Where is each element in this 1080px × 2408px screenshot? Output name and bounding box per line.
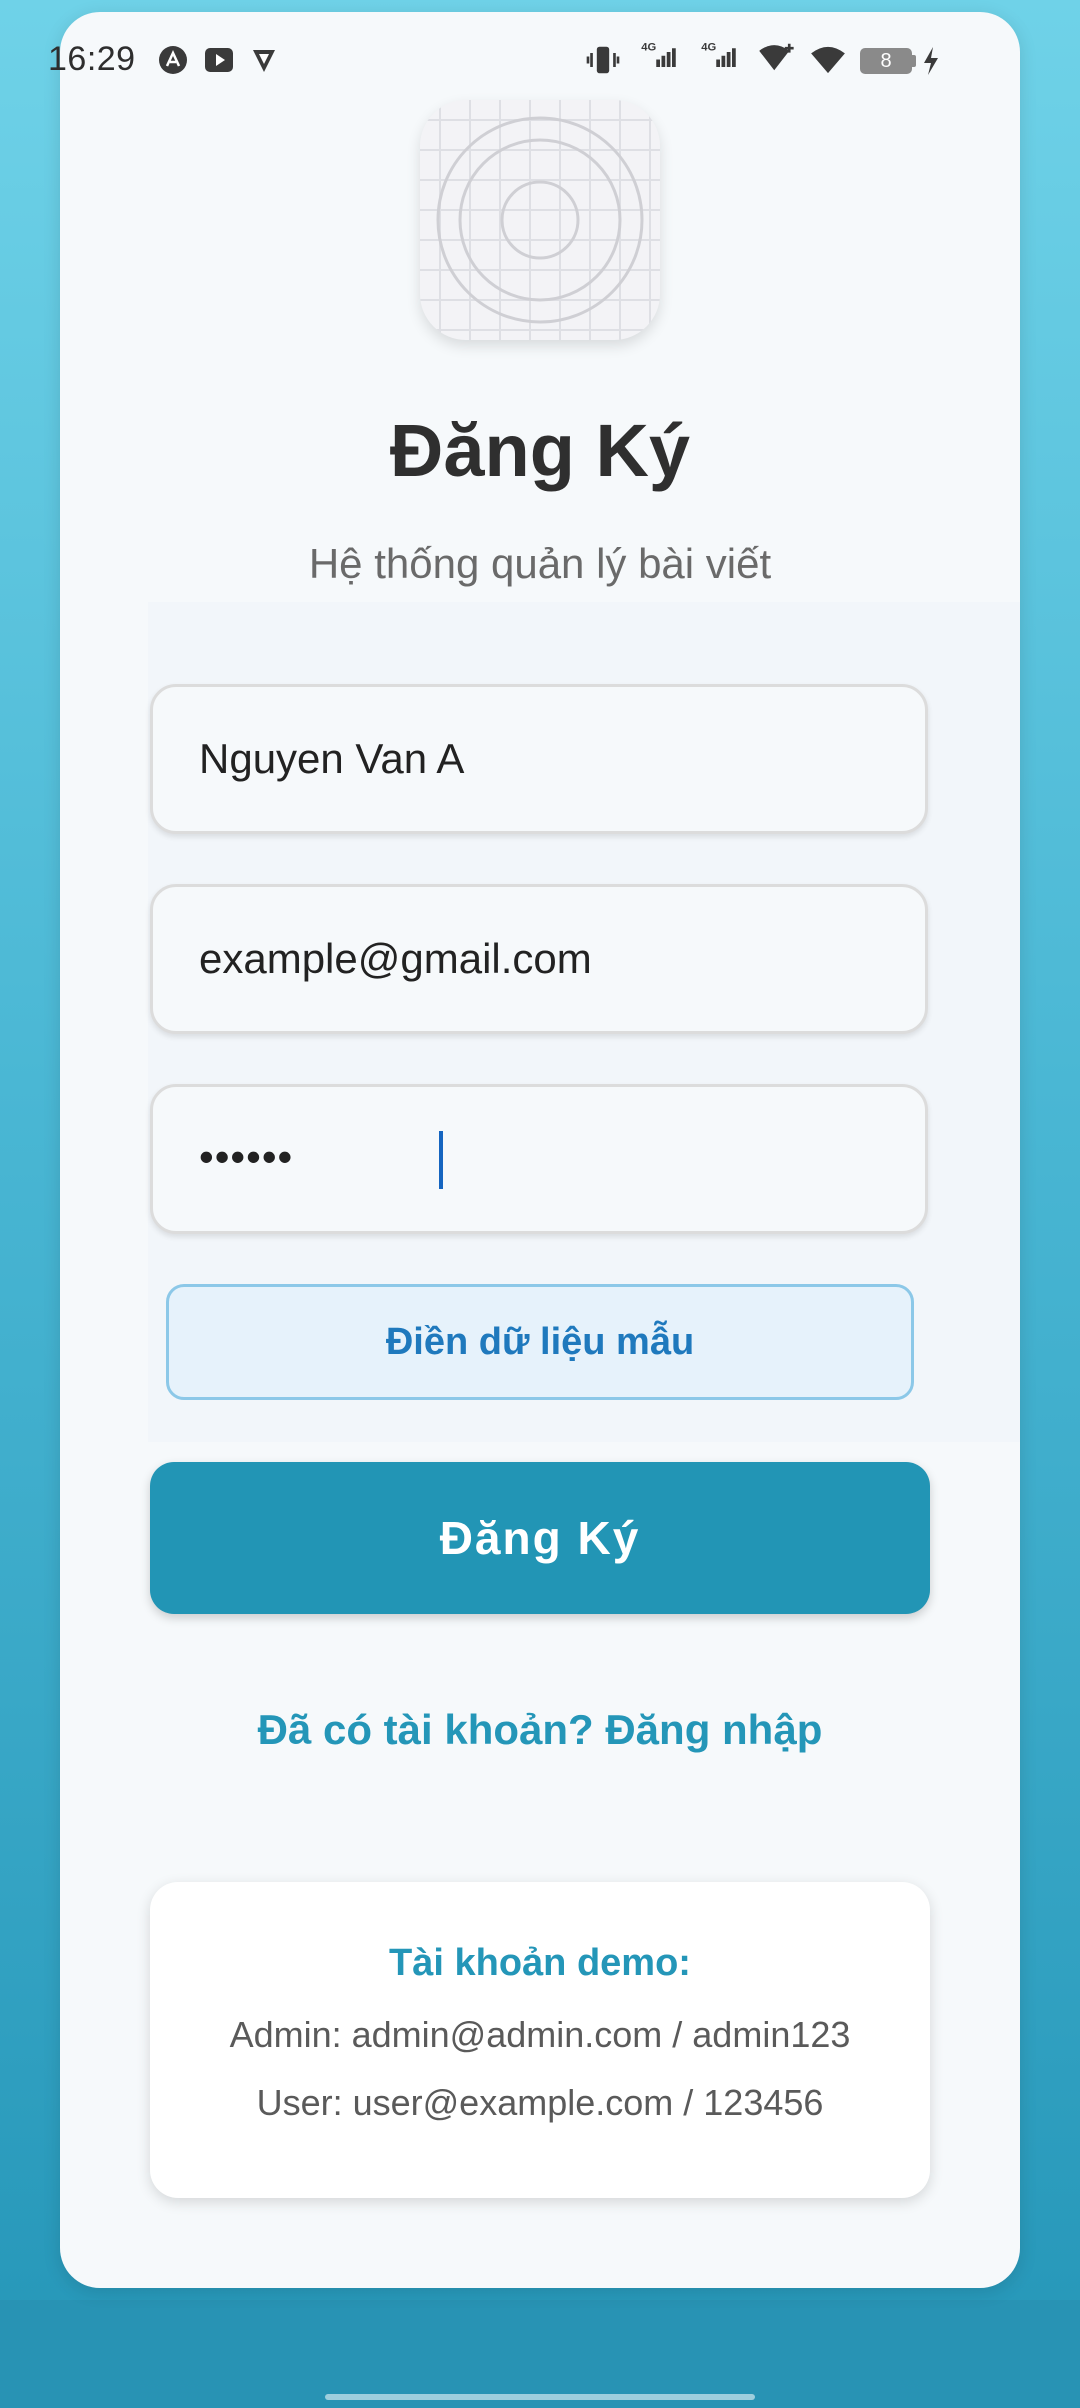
- battery-icon: 8: [860, 48, 912, 74]
- demo-admin-account: Admin: admin@admin.com / admin123: [229, 2014, 851, 2055]
- shield-notification-icon: [253, 50, 275, 72]
- youtube-notification-icon: [205, 48, 233, 72]
- wifi-hotspot-icon: [759, 43, 794, 71]
- battery-tip: [912, 55, 916, 67]
- cellular-signal-1-icon: 4G: [641, 42, 676, 67]
- fill-sample-data-button[interactable]: Điền dữ liệu mẫu: [166, 1284, 914, 1400]
- app-logo: [420, 100, 660, 340]
- demo-accounts-title: Tài khoản demo:: [389, 1942, 691, 1984]
- background-band: [0, 2300, 1080, 2408]
- page-title: Đăng Ký: [389, 409, 691, 492]
- battery-level: 8: [880, 50, 892, 72]
- email-input[interactable]: [199, 887, 879, 1031]
- page-subtitle: Hệ thống quản lý bài viết: [308, 540, 772, 587]
- demo-user-account: User: user@example.com / 123456: [256, 2082, 824, 2123]
- text-caret: [439, 1131, 443, 1189]
- password-input[interactable]: ••••••: [199, 1133, 293, 1181]
- cellular-signal-2-icon: 4G: [701, 42, 736, 67]
- name-field[interactable]: [150, 684, 928, 834]
- register-button[interactable]: Đăng Ký: [150, 1462, 930, 1614]
- logo-grid-icon: [420, 100, 660, 340]
- login-link[interactable]: Đã có tài khoản? Đăng nhập: [0, 1706, 1080, 1754]
- vibrate-icon: [586, 46, 620, 74]
- password-field[interactable]: ••••••: [150, 1084, 928, 1234]
- status-time: 16:29: [48, 40, 136, 78]
- name-input[interactable]: [199, 687, 879, 831]
- svg-text:4G: 4G: [641, 42, 656, 54]
- gesture-navigation-bar[interactable]: [325, 2394, 755, 2400]
- email-field[interactable]: [150, 884, 928, 1034]
- charging-bolt-icon: [924, 47, 938, 75]
- wifi-icon: [811, 46, 845, 74]
- demo-accounts-card: Tài khoản demo: Admin: admin@admin.com /…: [150, 1882, 930, 2198]
- svg-text:4G: 4G: [701, 42, 716, 54]
- app-notification-icon: [159, 46, 187, 74]
